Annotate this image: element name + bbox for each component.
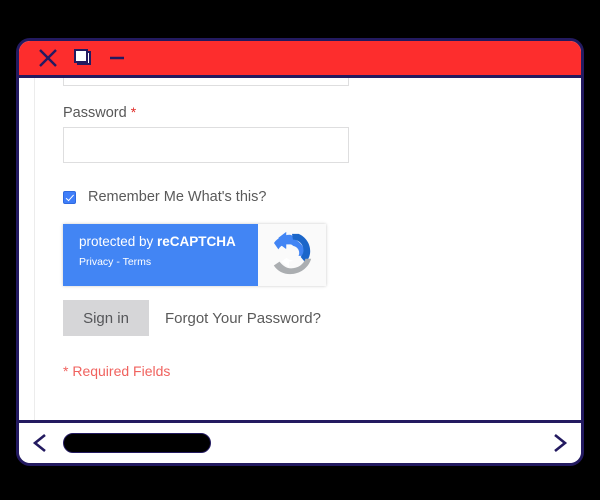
page-content-area: Password * Remember Me What's this? prot… (19, 78, 581, 420)
scroll-left-arrow-icon[interactable] (19, 431, 63, 455)
recaptcha-title-prefix: protected by (79, 234, 158, 249)
required-fields-note: * Required Fields (63, 363, 171, 379)
scroll-right-arrow-icon[interactable] (537, 431, 581, 455)
password-label-text: Password (63, 105, 127, 121)
scrollbar-thumb[interactable] (63, 433, 211, 453)
password-label: Password * (63, 104, 136, 121)
scrollbar-track[interactable] (63, 423, 537, 463)
horizontal-scrollbar[interactable] (19, 420, 581, 463)
recaptcha-brand: reCAPTCHA (157, 234, 236, 249)
remember-me-row: Remember Me What's this? (63, 189, 266, 205)
password-input[interactable] (63, 127, 349, 163)
minimize-icon[interactable] (107, 48, 127, 68)
recaptcha-title: protected by reCAPTCHA (79, 234, 258, 250)
window-title-bar (19, 41, 581, 78)
recaptcha-logo-panel (258, 224, 326, 286)
email-field-partial[interactable] (63, 78, 349, 86)
remember-me-label[interactable]: Remember Me What's this? (88, 189, 266, 205)
close-x-icon[interactable] (37, 47, 59, 69)
password-required-star: * (130, 104, 137, 120)
recaptcha-privacy-terms[interactable]: Privacy - Terms (79, 256, 258, 268)
restore-window-icon[interactable] (73, 48, 93, 68)
recaptcha-badge[interactable]: protected by reCAPTCHA Privacy - Terms (63, 224, 326, 286)
browser-window: Password * Remember Me What's this? prot… (16, 38, 584, 466)
recaptcha-text-panel: protected by reCAPTCHA Privacy - Terms (63, 224, 258, 286)
recaptcha-logo-icon (269, 230, 315, 281)
login-form-panel: Password * Remember Me What's this? prot… (34, 78, 581, 420)
remember-me-checkbox[interactable] (63, 190, 76, 204)
forgot-password-link[interactable]: Forgot Your Password? (165, 300, 321, 336)
sign-in-button[interactable]: Sign in (63, 300, 149, 336)
